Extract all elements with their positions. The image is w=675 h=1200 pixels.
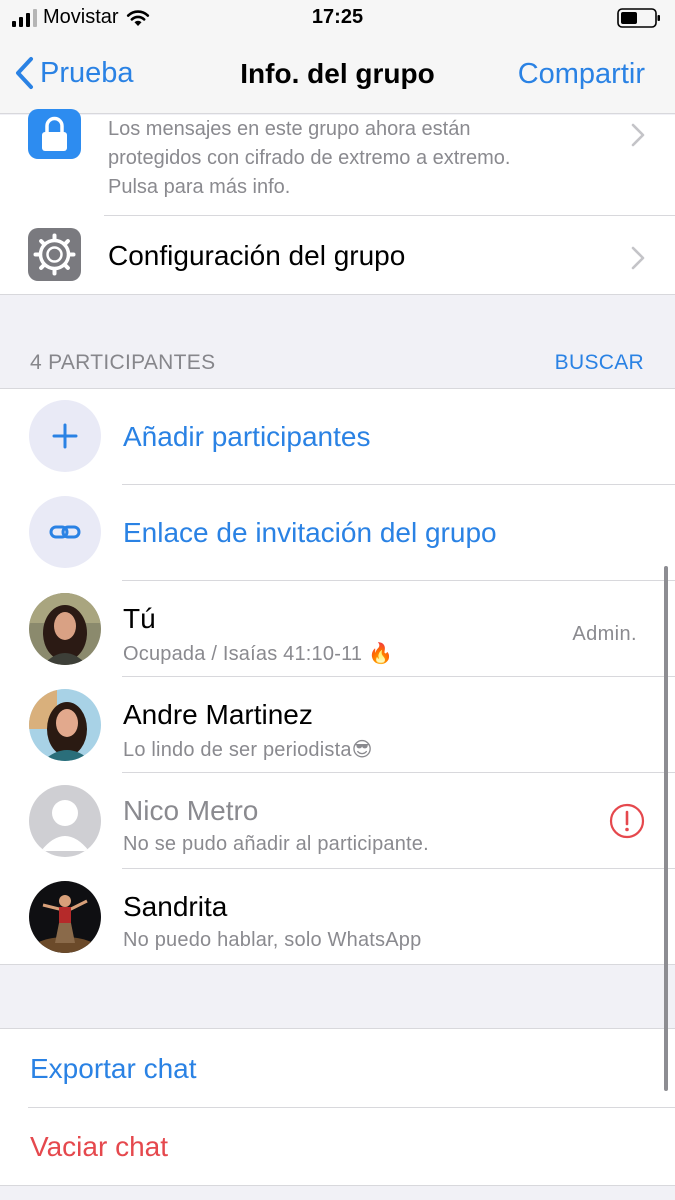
person-placeholder-icon (29, 785, 101, 857)
participant-row[interactable]: Sandrita No puedo hablar, solo WhatsApp (0, 869, 675, 965)
link-icon (49, 525, 81, 539)
gear-icon (33, 233, 76, 276)
gear-tile (28, 228, 81, 281)
divider (28, 1107, 675, 1108)
clear-chat-button[interactable]: Vaciar chat (30, 1131, 168, 1163)
navigation-bar: Prueba Info. del grupo Compartir (0, 38, 675, 114)
participant-name: Nico Metro (123, 795, 259, 826)
participants-header: 4 PARTICIPANTES BUSCAR (0, 345, 675, 385)
share-button[interactable]: Compartir (518, 58, 645, 91)
add-circle (29, 400, 101, 472)
participant-status: Ocupada / Isaías 41:10-11 🔥 (123, 643, 394, 665)
status-time: 17:25 (311, 6, 364, 28)
status-bar: Movistar 17:25 (0, 0, 675, 38)
encryption-line-2: protegidos con cifrado de extremo a extr… (108, 147, 511, 169)
add-participants-label: Añadir participantes (123, 421, 371, 452)
participant-name: Sandrita (123, 891, 228, 922)
participants-count: 4 PARTICIPANTES (30, 351, 216, 374)
participant-name: Tú (123, 603, 156, 634)
avatar (29, 689, 101, 761)
scrollbar[interactable] (664, 566, 668, 1091)
alert-icon[interactable] (609, 803, 645, 839)
profile-photo (29, 689, 101, 761)
participant-row[interactable]: Nico Metro No se pudo añadir al particip… (0, 773, 675, 869)
participant-row[interactable]: Tú Ocupada / Isaías 41:10-11 🔥 Admin. (0, 581, 675, 677)
lock-tile (28, 109, 81, 159)
participant-status: No puedo hablar, solo WhatsApp (123, 929, 422, 951)
participant-row[interactable]: Andre Martinez Lo lindo de ser periodist… (0, 677, 675, 773)
encryption-line-3: Pulsa para más info. (108, 176, 291, 198)
avatar (29, 593, 101, 665)
group-settings-row[interactable]: Configuración del grupo (0, 216, 675, 295)
chevron-right-icon (631, 123, 645, 147)
invite-link-row[interactable]: Enlace de invitación del grupo (0, 485, 675, 581)
group-settings-label: Configuración del grupo (108, 240, 406, 271)
lock-icon (42, 116, 67, 151)
participant-name: Andre Martinez (123, 699, 313, 730)
search-participants-button[interactable]: BUSCAR (555, 351, 644, 375)
profile-photo (29, 881, 101, 953)
invite-link-label: Enlace de invitación del grupo (123, 517, 497, 548)
avatar (29, 881, 101, 953)
default-avatar (29, 785, 101, 857)
participant-status: Lo lindo de ser periodista😎 (123, 739, 373, 761)
encryption-info-row[interactable]: Los mensajes en este grupo ahora están p… (0, 109, 675, 215)
participant-status: No se pudo añadir al participante. (123, 833, 429, 855)
group-info-section: Los mensajes en este grupo ahora están p… (0, 109, 675, 295)
chevron-right-icon (631, 246, 645, 270)
plus-icon (52, 423, 78, 449)
profile-photo (29, 593, 101, 665)
add-participants-row[interactable]: Añadir participantes (0, 389, 675, 485)
battery-icon (617, 8, 660, 28)
encryption-message: Los mensajes en este grupo ahora están p… (108, 115, 608, 202)
chat-actions-section: Exportar chat Vaciar chat (0, 1028, 675, 1186)
admin-badge: Admin. (572, 623, 637, 645)
participants-section: Añadir participantes Enlace de invitació… (0, 388, 675, 965)
export-chat-button[interactable]: Exportar chat (30, 1053, 197, 1085)
link-circle (29, 496, 101, 568)
encryption-line-1: Los mensajes en este grupo ahora están (108, 118, 471, 140)
